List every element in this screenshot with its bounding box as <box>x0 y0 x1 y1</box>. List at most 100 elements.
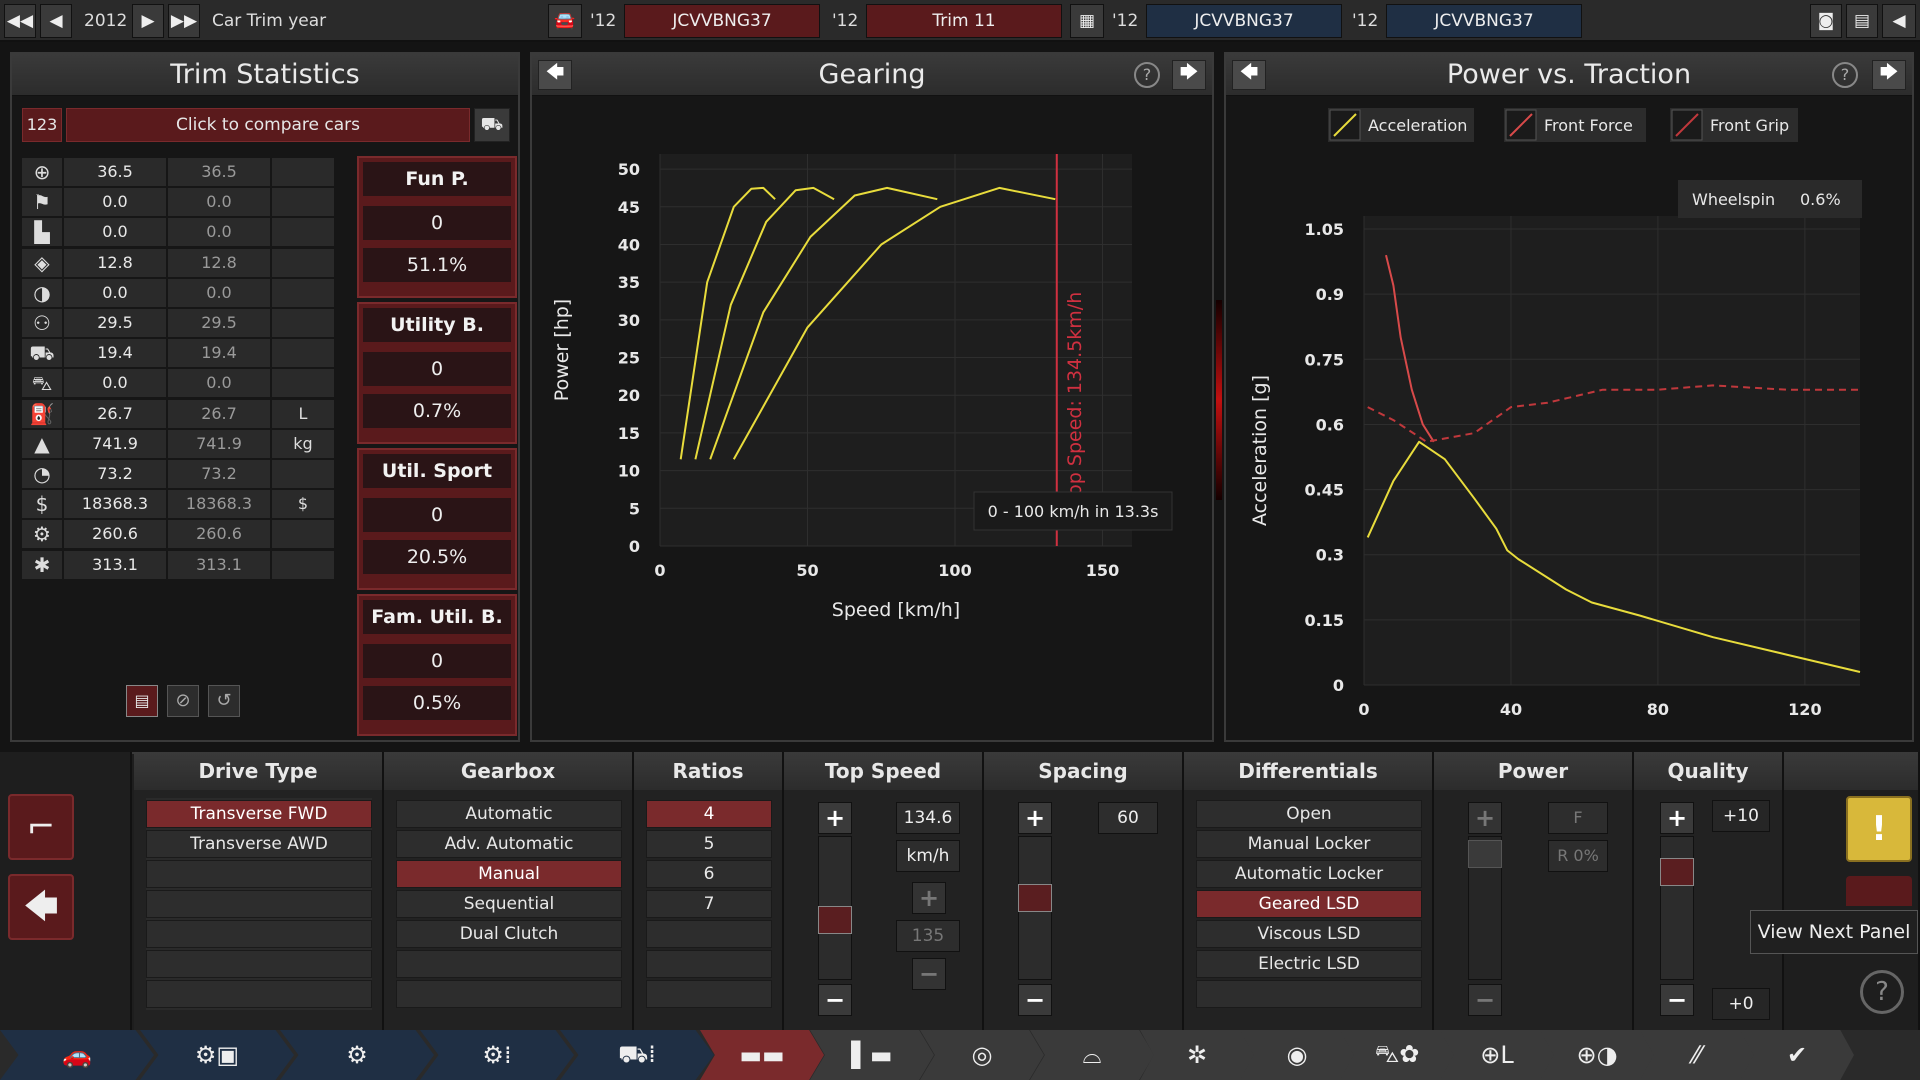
differential-option[interactable]: Open <box>1196 800 1422 828</box>
top-speed-slider-handle[interactable] <box>818 906 852 934</box>
warning-button[interactable]: ! <box>1846 796 1912 862</box>
wheels-icon[interactable]: ✲ <box>1140 1030 1254 1080</box>
gearbox-option[interactable]: Manual <box>396 860 622 888</box>
calculator-button[interactable]: ▤ <box>1846 4 1878 38</box>
chart-mode-button[interactable]: ⌐ <box>8 794 74 860</box>
ratio-option[interactable]: 4 <box>646 800 772 828</box>
tyres-icon[interactable]: ⌓ <box>1030 1030 1154 1080</box>
gearbox-option[interactable]: Adv. Automatic <box>396 830 622 858</box>
stat-current-value: 19.4 <box>64 339 166 368</box>
aero-icon[interactable]: ◉ <box>1240 1030 1354 1080</box>
suspension-icon[interactable]: ▌▬ <box>810 1030 934 1080</box>
col-header-ratios: Ratios <box>634 752 784 790</box>
differential-option[interactable]: Manual Locker <box>1196 830 1422 858</box>
differential-empty-slot <box>1196 980 1422 1008</box>
top-speed-fine-minus-button[interactable]: − <box>912 958 946 990</box>
quality-slider-handle[interactable] <box>1660 858 1694 886</box>
differential-option[interactable]: Viscous LSD <box>1196 920 1422 948</box>
fuel-system-icon[interactable]: ⚙⁞ <box>420 1030 574 1080</box>
gearbox-option[interactable]: Sequential <box>396 890 622 918</box>
quality-minus-button[interactable]: − <box>1660 984 1694 1016</box>
power-dist-slider-handle[interactable] <box>1468 840 1502 868</box>
stat-current-value: 0.0 <box>64 369 166 398</box>
passengers-icon: ⚇ <box>22 309 62 337</box>
score-value: 0 <box>363 644 511 678</box>
engine-tune-icon[interactable]: ⚙ <box>280 1030 434 1080</box>
ratio-option[interactable]: 5 <box>646 830 772 858</box>
differential-option[interactable]: Electric LSD <box>1196 950 1422 978</box>
stat-compare-value: 18368.3 <box>168 490 270 519</box>
car-select-button[interactable]: 🚘 <box>548 4 582 38</box>
tuning-icon[interactable]: ⊕◑ <box>1540 1030 1654 1080</box>
finish-icon[interactable]: ✔ <box>1740 1030 1854 1080</box>
chassis-icon[interactable]: ▬▬ <box>700 1030 824 1080</box>
y-tick-label: 30 <box>618 311 640 330</box>
score-percent: 0.5% <box>363 686 511 720</box>
next-panel-button[interactable] <box>1846 876 1912 906</box>
compare-car-icon[interactable]: ⛟ <box>474 108 510 142</box>
power-traction-panel: Power vs. Traction 🡄 ? 🡆 0 40 80 120 0 0.15 0.… <box>1224 52 1914 742</box>
gearbox-option[interactable]: Automatic <box>396 800 622 828</box>
top-speed-fine-plus-button[interactable]: + <box>912 882 946 914</box>
score-label: Utility B. <box>363 308 511 342</box>
left-arrow-icon: ◀ <box>49 11 63 31</box>
next-panel-button[interactable]: 🡆 <box>1872 60 1906 90</box>
top-speed-minus-button[interactable]: − <box>818 984 852 1016</box>
gearbox-option[interactable]: Dual Clutch <box>396 920 622 948</box>
safety-icon[interactable]: ⊕L <box>1440 1030 1554 1080</box>
stat-current-value: 260.6 <box>64 520 166 549</box>
top-speed-plus-button[interactable]: + <box>818 802 852 834</box>
stat-compare-value: 741.9 <box>168 429 270 458</box>
engine-parts-icon[interactable]: ⚙▣ <box>140 1030 294 1080</box>
slot-variant[interactable]: JCVVBNG37 <box>1386 4 1582 38</box>
prev-panel-button[interactable]: 🡄 <box>538 60 572 90</box>
power-dist-minus-button[interactable]: − <box>1468 984 1502 1016</box>
slot-model[interactable]: JCVVBNG37 <box>624 4 820 38</box>
help-icon[interactable]: ? <box>1832 62 1858 88</box>
quality-plus-button[interactable]: + <box>1660 802 1694 834</box>
notes-button[interactable]: ▤ <box>126 685 158 717</box>
next-panel-button[interactable]: 🡆 <box>1172 60 1206 90</box>
slot-engine[interactable]: JCVVBNG37 <box>1146 4 1342 38</box>
left-arrow-icon: 🡄 <box>545 62 565 83</box>
y-tick-label: 15 <box>618 424 640 443</box>
prev-year-button[interactable]: ◀ <box>40 4 72 38</box>
drive-type-option[interactable]: Transverse AWD <box>146 830 372 858</box>
compare-cars-button[interactable]: Click to compare cars <box>66 108 470 142</box>
ratio-option[interactable]: 6 <box>646 860 772 888</box>
engine-select-button[interactable]: ▦ <box>1070 4 1104 38</box>
test-track-icon[interactable]: ⁄⁄ <box>1640 1030 1754 1080</box>
ratio-empty-slot <box>646 950 772 978</box>
reset-button[interactable]: ↺ <box>208 685 240 717</box>
drivetrain-icon[interactable]: ⛟⁞ <box>560 1030 714 1080</box>
car-body-icon[interactable]: 🚗 <box>0 1030 154 1080</box>
col-header-gearbox: Gearbox <box>384 752 634 790</box>
first-year-button[interactable]: ◀◀ <box>4 4 36 38</box>
front-distribution-value: F 100% <box>1548 802 1608 857</box>
screenshot-button[interactable]: ◙ <box>1810 4 1842 38</box>
power-dist-plus-button[interactable]: + <box>1468 802 1502 834</box>
slot-trim[interactable]: Trim 11 <box>866 4 1062 38</box>
help-icon[interactable]: ? <box>1860 970 1904 1014</box>
col-header-drive-type: Drive Type <box>134 752 384 790</box>
brakes-icon[interactable]: ◎ <box>920 1030 1044 1080</box>
differential-option[interactable]: Geared LSD <box>1196 890 1422 918</box>
score-box: Fam. Util. B. 0 0.5% <box>357 594 517 736</box>
stat-unit <box>272 309 334 337</box>
last-year-button[interactable]: ▶▶ <box>168 4 200 38</box>
spacing-slider-handle[interactable] <box>1018 884 1052 912</box>
interior-icon[interactable]: ⛍✿ <box>1340 1030 1454 1080</box>
spacing-plus-button[interactable]: + <box>1018 802 1052 834</box>
drive-type-option[interactable]: Transverse FWD <box>146 800 372 828</box>
spacing-minus-button[interactable]: − <box>1018 984 1052 1016</box>
next-year-button[interactable]: ▶ <box>132 4 164 38</box>
help-icon[interactable]: ? <box>1134 62 1160 88</box>
back-button[interactable]: ◀ <box>1882 4 1916 38</box>
clear-button[interactable]: ⊘ <box>167 685 199 717</box>
back-step-button[interactable]: 🡄 <box>8 874 74 940</box>
score-percent: 0.7% <box>363 394 511 428</box>
prev-panel-button[interactable]: 🡄 <box>1232 60 1266 90</box>
differential-option[interactable]: Automatic Locker <box>1196 860 1422 888</box>
ratio-option[interactable]: 7 <box>646 890 772 918</box>
stat-unit <box>272 369 334 398</box>
